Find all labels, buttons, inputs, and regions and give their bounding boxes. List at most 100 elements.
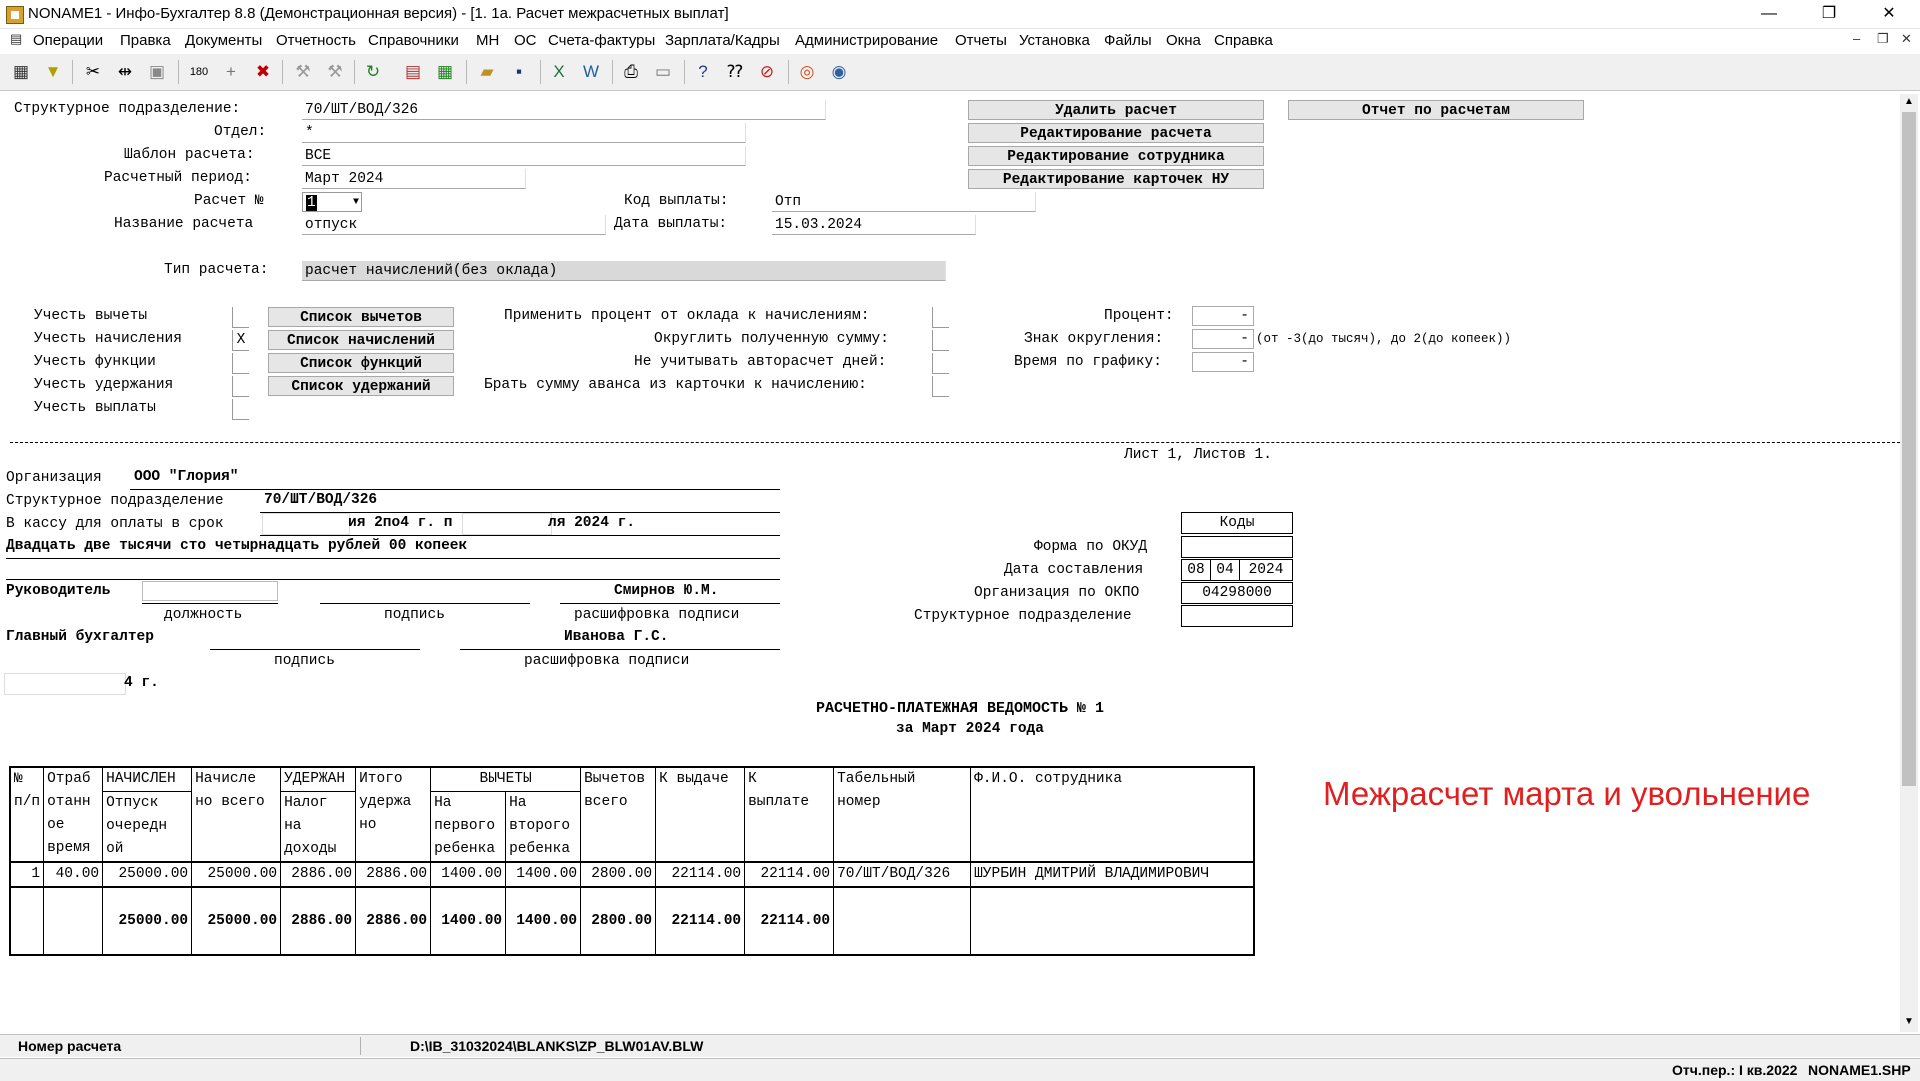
word-icon[interactable]: W xyxy=(578,59,604,85)
check-deductions[interactable] xyxy=(232,307,249,328)
total-tab-no xyxy=(833,886,972,956)
period-label: Расчетный период: xyxy=(104,170,252,186)
head-position-input[interactable] xyxy=(142,581,278,601)
menu-documents[interactable]: Документы xyxy=(185,32,262,49)
app-icon xyxy=(6,6,24,24)
table-row[interactable]: 1 40.00 25000.00 25000.00 2886.00 2886.0… xyxy=(9,861,1255,888)
menu-invoices[interactable]: Счета-фактуры xyxy=(548,32,655,49)
save-icon[interactable]: ▪ xyxy=(506,59,532,85)
menu-setup[interactable]: Установка xyxy=(1019,32,1090,49)
round-sign-input[interactable]: - xyxy=(1192,329,1254,349)
check-withholdings[interactable] xyxy=(232,376,249,397)
menu-reports[interactable]: Отчеты xyxy=(955,32,1007,49)
menu-reporting[interactable]: Отчетность xyxy=(276,32,356,49)
schedule-input[interactable]: - xyxy=(1192,352,1254,372)
compass-icon[interactable]: ⊘ xyxy=(754,59,780,85)
minimize-button[interactable]: — xyxy=(1746,0,1792,28)
advance-from-card-label: Брать сумму аванса из карточки к начисле… xyxy=(484,377,867,393)
refresh-icon[interactable]: ↻ xyxy=(360,59,386,85)
menu-windows[interactable]: Окна xyxy=(1166,32,1201,49)
struct-input[interactable]: 70/ШТ/ВОД/326 xyxy=(302,100,826,120)
tools-icon[interactable]: ⚒ xyxy=(322,59,348,85)
header-accrued-total: Начисле но всего xyxy=(191,766,282,863)
menu-admin[interactable]: Администрирование xyxy=(795,32,938,49)
calculator-icon[interactable]: ▦ xyxy=(8,59,34,85)
edit-calc-button[interactable]: Редактирование расчета xyxy=(968,123,1264,143)
filter-icon[interactable]: ▼ xyxy=(40,59,66,85)
preview-icon[interactable]: ▭ xyxy=(650,59,676,85)
print-icon[interactable]: ⎙ xyxy=(618,59,644,85)
calc-name-input[interactable]: отпуск xyxy=(302,215,606,235)
total-to-pay: 22114.00 xyxy=(744,886,835,956)
number-format-icon[interactable]: 180 xyxy=(186,59,212,85)
report-button[interactable]: Отчет по расчетам xyxy=(1288,100,1584,120)
delete-calc-button[interactable]: Удалить расчет xyxy=(968,100,1264,120)
open-folder-icon[interactable]: ▰ xyxy=(474,59,500,85)
document-icon[interactable]: ▤ xyxy=(400,59,426,85)
round-sum-check[interactable] xyxy=(932,330,949,351)
percent-label: Процент: xyxy=(1104,308,1174,324)
percent-input[interactable]: - xyxy=(1192,306,1254,326)
toolbar-separator xyxy=(540,60,541,84)
help-icon[interactable]: ? xyxy=(690,59,716,85)
ignore-autocalc-check[interactable] xyxy=(932,353,949,374)
dept-input[interactable]: * xyxy=(302,123,746,143)
cell-first-child: 1400.00 xyxy=(430,861,507,888)
period-input[interactable]: Март 2024 xyxy=(302,169,526,189)
toolbar-separator xyxy=(354,60,355,84)
mdi-restore-button[interactable]: ❐ xyxy=(1877,31,1889,47)
table-icon[interactable]: ▦ xyxy=(432,59,458,85)
advance-from-card-check[interactable] xyxy=(932,376,949,397)
codes-header: Коды xyxy=(1181,512,1293,534)
excel-icon[interactable]: X xyxy=(546,59,572,85)
cut-icon[interactable]: ✂ xyxy=(80,59,106,85)
round-sign-label: Знак округления: xyxy=(1024,331,1164,347)
functions-list-button[interactable]: Список функций xyxy=(268,353,454,373)
edit-employee-button[interactable]: Редактирование сотрудника xyxy=(968,146,1264,166)
check-accruals[interactable]: X xyxy=(232,330,249,351)
context-help-icon[interactable]: ⁇ xyxy=(722,59,748,85)
mdi-close-button[interactable]: ✕ xyxy=(1901,31,1912,47)
pay-date-input[interactable]: 15.03.2024 xyxy=(772,215,976,235)
menu-references[interactable]: Справочники xyxy=(368,32,459,49)
network-icon[interactable]: ◉ xyxy=(826,59,852,85)
menu-files[interactable]: Файлы xyxy=(1104,32,1152,49)
template-input[interactable]: ВСЕ xyxy=(302,146,746,166)
withholdings-list-button[interactable]: Список удержаний xyxy=(268,376,454,396)
cell-np: 1 xyxy=(9,861,45,888)
accruals-list-button[interactable]: Список начислений xyxy=(268,330,454,350)
close-button[interactable]: ✕ xyxy=(1866,0,1912,28)
menu-os[interactable]: ОС xyxy=(514,32,537,49)
chevron-down-icon[interactable]: ▼ xyxy=(353,193,359,213)
restore-button[interactable]: ❐ xyxy=(1806,0,1852,28)
pay-code-input[interactable]: Отп xyxy=(772,192,1036,212)
add-icon[interactable]: + xyxy=(218,59,244,85)
cash-underline xyxy=(260,535,780,536)
menu-operations[interactable]: Операции xyxy=(33,32,103,49)
total-deductions: 2800.00 xyxy=(580,886,657,956)
toolbar-separator xyxy=(178,60,179,84)
columns-icon[interactable]: ⇹ xyxy=(112,59,138,85)
check-functions[interactable] xyxy=(232,353,249,374)
mdi-document-icon[interactable]: ▤ xyxy=(10,31,22,47)
status-divider xyxy=(360,1037,361,1055)
hammer-icon[interactable]: ⚒ xyxy=(290,59,316,85)
deductions-list-button[interactable]: Список вычетов xyxy=(268,307,454,327)
scroll-thumb[interactable] xyxy=(1902,112,1916,786)
apply-percent-check[interactable] xyxy=(932,307,949,328)
calc-no-select[interactable]: 1 ▼ xyxy=(302,192,362,212)
paste-icon[interactable]: ▣ xyxy=(144,59,170,85)
menu-payroll[interactable]: Зарплата/Кадры xyxy=(665,32,780,49)
menu-edit[interactable]: Правка xyxy=(120,32,171,49)
scroll-up-icon[interactable]: ▲ xyxy=(1904,96,1914,107)
menu-mn[interactable]: МН xyxy=(476,32,499,49)
calc-type-field: расчет начислений(без оклада) xyxy=(302,261,946,281)
lifebuoy-icon[interactable]: ◎ xyxy=(794,59,820,85)
scroll-down-icon[interactable]: ▼ xyxy=(1904,1016,1914,1027)
menu-help[interactable]: Справка xyxy=(1214,32,1273,49)
mdi-minimize-button[interactable]: – xyxy=(1853,31,1860,46)
check-payments[interactable] xyxy=(232,399,249,420)
vertical-scrollbar[interactable]: ▲ ▼ xyxy=(1900,94,1918,1032)
edit-cards-button[interactable]: Редактирование карточек НУ xyxy=(968,169,1264,189)
delete-icon[interactable]: ✖ xyxy=(250,59,276,85)
